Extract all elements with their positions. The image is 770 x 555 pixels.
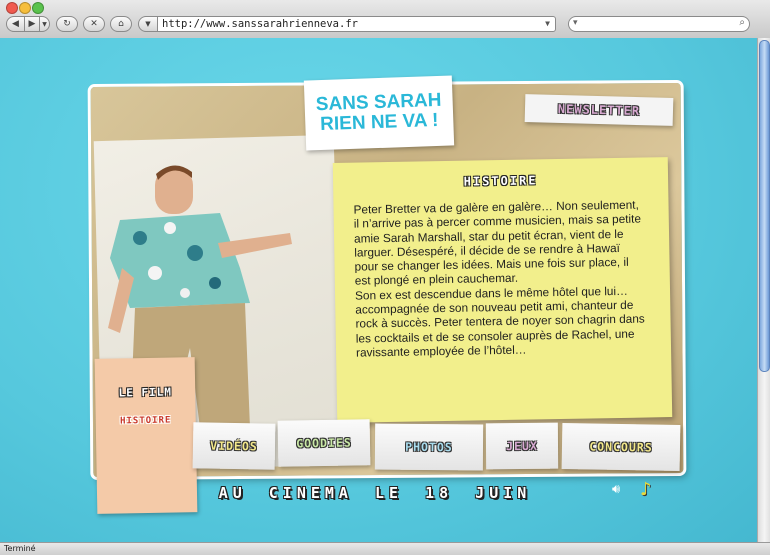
story-panel: HISTOIRE Peter Bretter va de galère en g…	[332, 157, 673, 423]
release-date-tagline: AU CINEMA LE 18 JUIN	[218, 484, 532, 502]
search-icon: ⌕	[739, 17, 745, 28]
url-bar[interactable]: http://www.sanssarahrienneva.fr ▼	[157, 16, 556, 32]
forward-button[interactable]: ▶	[24, 16, 40, 32]
url-text: http://www.sanssarahrienneva.fr	[162, 18, 358, 30]
back-arrow-icon: ◀	[12, 19, 19, 29]
film-menu: LE FILM HISTOIRE	[94, 357, 198, 514]
forward-arrow-icon: ▶	[28, 19, 36, 29]
chevron-down-icon: ▼	[42, 20, 47, 28]
search-engine-icon[interactable]: ▾	[573, 18, 578, 28]
reload-button[interactable]: ↻	[56, 16, 78, 32]
logo-line-2: RIEN NE VA !	[319, 109, 439, 136]
music-note-icon[interactable]: ♪	[640, 479, 652, 500]
page-content: SANS SARAH RIEN NE VA ! NEWSLETTER HISTO…	[0, 38, 757, 542]
status-bar: Terminé	[0, 542, 770, 555]
minimize-window-icon[interactable]	[19, 2, 31, 14]
search-field[interactable]: ▾ ⌕	[568, 16, 750, 32]
film-section-label: LE FILM	[118, 385, 173, 400]
story-paragraph: Peter Bretter va de galère en galère… No…	[353, 197, 642, 289]
history-dropdown-button[interactable]: ▼	[39, 16, 50, 32]
story-text: Peter Bretter va de galère en galère… No…	[353, 198, 646, 360]
url-dropdown-icon[interactable]: ▼	[545, 17, 550, 31]
home-button[interactable]: ⌂	[110, 16, 132, 32]
nav-tab-jeux[interactable]: JEUX	[485, 422, 559, 470]
nav-tab-goodies[interactable]: GOODIES	[277, 419, 371, 467]
site-logo[interactable]: SANS SARAH RIEN NE VA !	[303, 75, 455, 151]
stop-icon: ✕	[90, 19, 98, 29]
newsletter-label: NEWSLETTER	[557, 101, 641, 119]
nav-tab-videos[interactable]: VIDÉOS	[192, 422, 276, 470]
stop-button[interactable]: ✕	[83, 16, 105, 32]
nav-tab-concours-label: CONCOURS	[589, 439, 653, 455]
status-text: Terminé	[4, 544, 36, 553]
panel-title: HISTOIRE	[463, 173, 538, 189]
histoire-link[interactable]: HISTOIRE	[104, 415, 188, 427]
scrollbar-thumb[interactable]	[759, 40, 770, 372]
speaker-icon[interactable]: 🔊︎	[612, 482, 620, 497]
nav-tab-photos-label: PHOTOS	[405, 439, 453, 455]
reload-icon: ↻	[63, 19, 71, 29]
nav-tab-concours[interactable]: CONCOURS	[561, 422, 681, 472]
bookmark-button[interactable]: ▼	[138, 16, 158, 32]
browser-toolbar: ◀ ▶ ▼ ↻ ✕ ⌂ ▼ http://www.sanssarahrienne…	[0, 0, 770, 39]
newsletter-button[interactable]: NEWSLETTER	[524, 94, 674, 126]
back-button[interactable]: ◀	[6, 16, 25, 32]
nav-tab-jeux-label: JEUX	[506, 438, 538, 454]
bookmark-icon: ▼	[145, 20, 151, 28]
nav-tab-photos[interactable]: PHOTOS	[374, 423, 484, 471]
nav-tab-goodies-label: GOODIES	[296, 435, 352, 451]
home-icon: ⌂	[118, 19, 124, 29]
zoom-window-icon[interactable]	[32, 2, 44, 14]
close-window-icon[interactable]	[6, 2, 18, 14]
vertical-scrollbar[interactable]	[757, 38, 770, 542]
story-paragraph: Son ex est descendue dans le même hôtel …	[354, 283, 645, 360]
nav-tab-videos-label: VIDÉOS	[210, 438, 258, 454]
